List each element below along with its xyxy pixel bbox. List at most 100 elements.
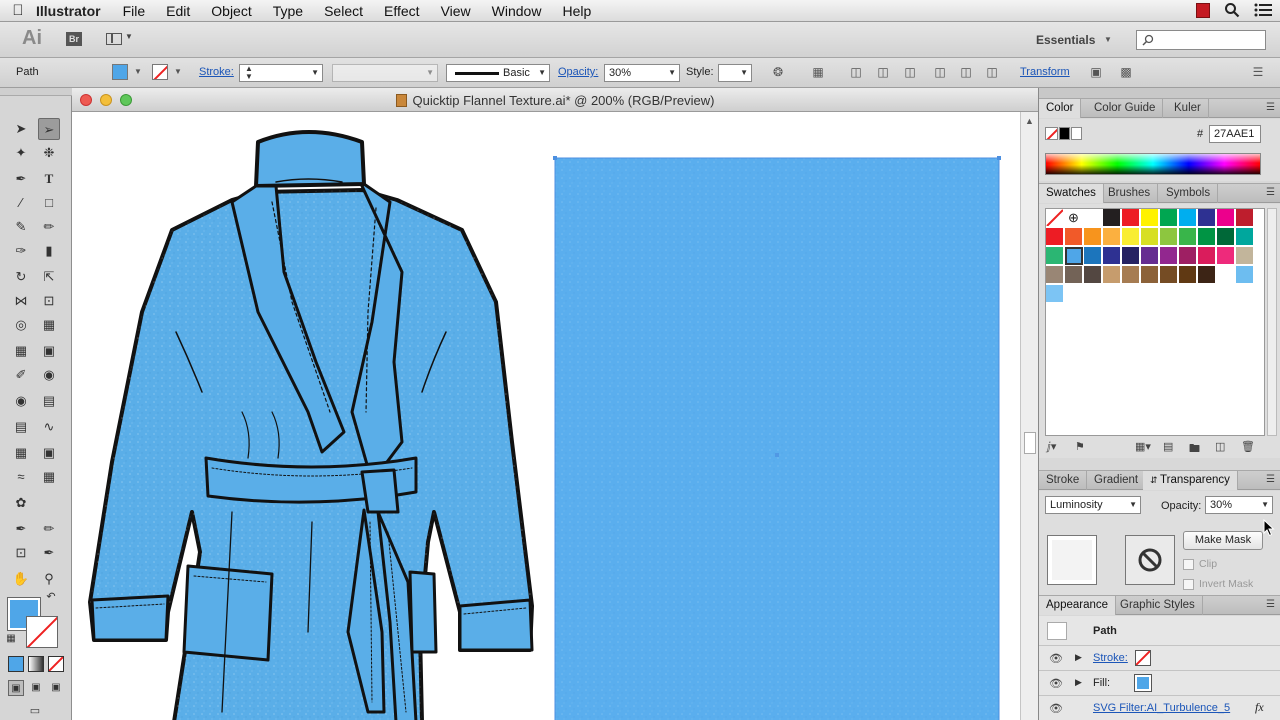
new-color-group-icon[interactable]: 🖿 bbox=[1189, 440, 1200, 459]
menu-effect[interactable]: Effect bbox=[384, 3, 420, 19]
panel-menu-icon[interactable]: ☰ bbox=[1266, 187, 1275, 198]
chevron-down-icon[interactable]: ▼ bbox=[130, 65, 146, 79]
transform-link[interactable]: Transform bbox=[1020, 66, 1070, 78]
none-color-icon[interactable] bbox=[1045, 127, 1058, 140]
eyedropper-tool-icon[interactable]: ✐ bbox=[10, 364, 32, 386]
swatch[interactable] bbox=[1160, 266, 1178, 284]
white-color-icon[interactable] bbox=[1071, 127, 1082, 140]
appearance-fill-row[interactable]: 👁 ▶ Fill: bbox=[1039, 671, 1280, 696]
mask-thumbnail[interactable] bbox=[1125, 535, 1175, 585]
type-tool-icon[interactable]: T bbox=[38, 168, 60, 190]
draw-inside-icon[interactable]: ▣ bbox=[48, 680, 64, 696]
none-mode-icon[interactable] bbox=[48, 656, 64, 672]
default-colors-icon[interactable]: ▦ bbox=[4, 632, 18, 646]
column-graph-tool-icon[interactable]: ▤ bbox=[38, 390, 60, 412]
swatches-scrollbar[interactable] bbox=[1267, 208, 1277, 436]
swatch[interactable] bbox=[1141, 209, 1159, 227]
stroke-color-swatch[interactable] bbox=[152, 64, 168, 80]
swatch[interactable] bbox=[1084, 266, 1102, 284]
swatch[interactable] bbox=[1160, 247, 1178, 265]
make-mask-button[interactable]: Make Mask bbox=[1183, 531, 1263, 550]
swatch[interactable] bbox=[1122, 209, 1140, 227]
tab-color[interactable]: Color bbox=[1039, 99, 1082, 118]
spotlight-icon[interactable] bbox=[1224, 2, 1240, 18]
tab-color-guide[interactable]: Color Guide bbox=[1087, 99, 1164, 118]
visibility-eye-icon[interactable]: 👁 bbox=[1049, 652, 1063, 665]
effect-link[interactable]: SVG Filter:AI_Turbulence_5 bbox=[1093, 702, 1230, 714]
anchor-point-tool-icon[interactable]: ✒ bbox=[10, 518, 32, 540]
swatch[interactable] bbox=[1160, 228, 1178, 246]
swatch[interactable] bbox=[1217, 266, 1235, 284]
blend-mode-dropdown[interactable]: Luminosity ▼ bbox=[1045, 496, 1141, 514]
hand-tool-icon[interactable]: ✋ bbox=[10, 568, 32, 590]
swatch[interactable] bbox=[1084, 228, 1102, 246]
swatch[interactable] bbox=[1046, 285, 1064, 303]
menu-file[interactable]: File bbox=[123, 3, 146, 19]
swatch-options-icon[interactable]: ▤ bbox=[1163, 440, 1173, 453]
swatch-registration[interactable]: ⊕ bbox=[1065, 209, 1083, 227]
bridge-button[interactable]: Br bbox=[66, 32, 82, 46]
scroll-up-icon[interactable]: ▲ bbox=[1025, 116, 1034, 126]
swatch[interactable] bbox=[1103, 266, 1121, 284]
live-paint-tool-icon[interactable]: ▣ bbox=[38, 442, 60, 464]
swatch[interactable] bbox=[1236, 247, 1254, 265]
swatch[interactable] bbox=[1198, 247, 1216, 265]
fill-color-swatch[interactable] bbox=[1134, 674, 1152, 692]
selection-tool-icon[interactable]: ➤ bbox=[10, 118, 32, 140]
perspective-tool-icon[interactable]: ▦ bbox=[10, 442, 32, 464]
swatch[interactable] bbox=[1122, 228, 1140, 246]
swatch[interactable] bbox=[1236, 209, 1254, 227]
shape-builder-tool-icon[interactable]: ◎ bbox=[10, 314, 32, 336]
swatch[interactable] bbox=[1103, 209, 1121, 227]
fx-icon[interactable]: fx bbox=[1255, 700, 1264, 715]
workspace-switcher[interactable]: Essentials bbox=[1036, 33, 1095, 47]
help-search-input[interactable] bbox=[1136, 30, 1266, 50]
brush-definition-dropdown[interactable]: Basic ▼ bbox=[446, 64, 550, 82]
zoom-tool-icon[interactable]: ⚲ bbox=[38, 568, 60, 590]
blob-brush-tool-icon[interactable]: ✑ bbox=[10, 240, 32, 262]
visibility-eye-icon[interactable]: 👁 bbox=[1049, 677, 1063, 690]
opacity-link[interactable]: Opacity: bbox=[558, 66, 598, 78]
object-thumbnail[interactable] bbox=[1047, 535, 1097, 585]
color-mode-icon[interactable] bbox=[8, 656, 24, 672]
notification-list-icon[interactable] bbox=[1254, 3, 1272, 17]
mesh-tool-icon[interactable]: ▦ bbox=[10, 340, 32, 362]
swatch[interactable] bbox=[1141, 266, 1159, 284]
opacity-input[interactable]: 30% ▼ bbox=[604, 64, 680, 82]
swatch[interactable] bbox=[1217, 247, 1235, 265]
opacity-field[interactable]: 30% ▼ bbox=[1205, 496, 1273, 514]
menu-edit[interactable]: Edit bbox=[166, 3, 190, 19]
draw-normal-icon[interactable]: ▣ bbox=[8, 680, 24, 696]
chevron-down-icon[interactable]: ▼ bbox=[1104, 35, 1112, 44]
swatch[interactable] bbox=[1122, 247, 1140, 265]
app-menu[interactable]: Illustrator bbox=[36, 3, 101, 19]
new-swatch-icon[interactable]: ◫ bbox=[1215, 440, 1225, 453]
visibility-eye-icon[interactable]: 👁 bbox=[1049, 702, 1063, 715]
swatch[interactable] bbox=[1236, 228, 1254, 246]
knife-tool-icon[interactable]: ≈ bbox=[10, 466, 32, 488]
control-menu-icon[interactable]: ☰ bbox=[1250, 65, 1266, 79]
invert-mask-checkbox[interactable] bbox=[1183, 579, 1194, 590]
measure-tool-icon[interactable]: ✒ bbox=[38, 542, 60, 564]
menu-select[interactable]: Select bbox=[324, 3, 363, 19]
smooth-tool-icon[interactable]: ✏ bbox=[38, 518, 60, 540]
direct-selection-tool-icon[interactable]: ➢ bbox=[38, 118, 60, 140]
recolor-dropdown-icon[interactable]: ▩ bbox=[1118, 65, 1134, 79]
slice-tool-icon[interactable]: ∿ bbox=[38, 416, 60, 438]
swatch[interactable] bbox=[1179, 247, 1197, 265]
align-middle-icon[interactable]: ◫ bbox=[958, 65, 974, 79]
tab-transparency[interactable]: ⇵ Transparency bbox=[1143, 471, 1238, 490]
swatch[interactable] bbox=[1236, 266, 1254, 284]
tab-gradient[interactable]: Gradient bbox=[1087, 471, 1147, 490]
swatch[interactable] bbox=[1141, 247, 1159, 265]
swatch[interactable] bbox=[1103, 247, 1121, 265]
variable-width-profile[interactable]: ▼ bbox=[332, 64, 438, 82]
swatch[interactable] bbox=[1141, 228, 1159, 246]
pen-tool-icon[interactable]: ✒ bbox=[10, 168, 32, 190]
stroke-link[interactable]: Stroke: bbox=[199, 66, 234, 78]
puppet-warp-tool-icon[interactable]: ✿ bbox=[10, 492, 32, 514]
rotate-tool-icon[interactable]: ↻ bbox=[10, 266, 32, 288]
gradient-mode-icon[interactable] bbox=[28, 656, 44, 672]
pencil-tool-icon[interactable]: ✏ bbox=[38, 216, 60, 238]
panel-menu-icon[interactable]: ☰ bbox=[1266, 102, 1275, 113]
